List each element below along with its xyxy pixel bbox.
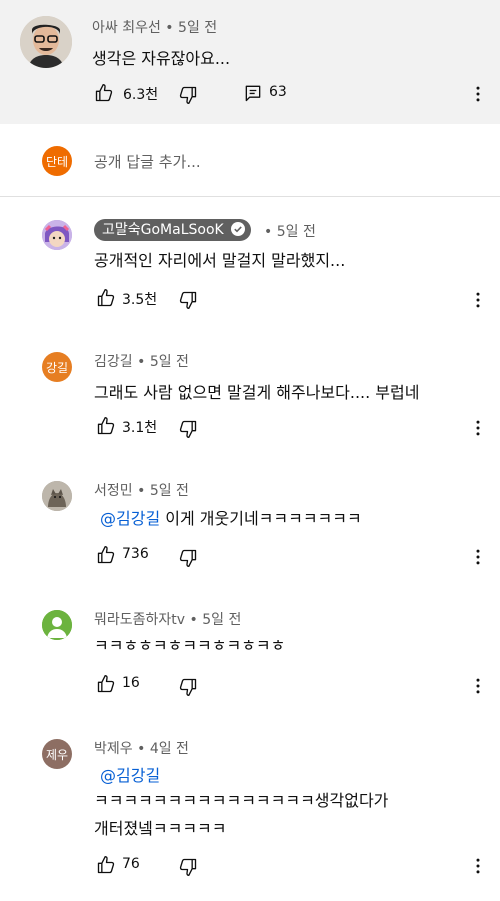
comment-text-line: 개터졌넼ㅋㅋㅋㅋㅋ — [94, 819, 227, 838]
comment-text: 생각은 자유잖아요... — [92, 49, 231, 68]
comment-icon[interactable] — [243, 83, 263, 103]
default-user-icon — [42, 610, 72, 640]
avatar[interactable] — [42, 220, 72, 250]
avatar[interactable]: 강길 — [42, 352, 72, 382]
like-count: 6.3천 — [123, 87, 159, 103]
comment-time: 5일 전 — [178, 20, 218, 36]
dislike-icon[interactable] — [178, 290, 198, 310]
like-icon[interactable] — [96, 674, 116, 694]
author-name[interactable]: 김강길 — [94, 354, 133, 370]
comment-time: 5일 전 — [202, 612, 242, 628]
person-photo-icon — [20, 16, 72, 68]
avatar[interactable] — [42, 610, 72, 640]
comment-text: @김강길 이게 개웃기네ㅋㅋㅋㅋㅋㅋㅋ — [100, 509, 362, 528]
comment-text: 공개적인 자리에서 말걸지 말라했지... — [94, 251, 346, 270]
avatar[interactable] — [20, 16, 72, 68]
like-count: 16 — [122, 675, 140, 691]
animal-photo-icon — [42, 481, 72, 511]
more-options-icon[interactable] — [468, 856, 488, 876]
comment-time: 5일 전 — [149, 354, 189, 370]
author-name[interactable]: 서정민 — [94, 483, 133, 499]
like-icon[interactable] — [96, 416, 116, 436]
divider — [0, 196, 500, 197]
author-name: 고말숙GoMaLSooK — [102, 222, 224, 238]
like-count: 3.1천 — [122, 420, 158, 436]
verified-check-icon — [231, 222, 246, 236]
comment-time: 4일 전 — [149, 741, 189, 757]
more-options-icon[interactable] — [468, 418, 488, 438]
comment-time: 5일 전 — [149, 483, 189, 499]
author-name[interactable]: 아싸 최우선 — [92, 20, 161, 36]
like-icon[interactable] — [96, 545, 116, 565]
reply-input[interactable]: 공개 답글 추가... — [94, 151, 201, 172]
dislike-icon[interactable] — [178, 419, 198, 439]
more-options-icon[interactable] — [468, 676, 488, 696]
dislike-icon[interactable] — [178, 857, 198, 877]
like-count: 3.5천 — [122, 292, 158, 308]
avatar[interactable] — [42, 481, 72, 511]
avatar[interactable]: 제우 — [42, 739, 72, 769]
like-count: 76 — [122, 856, 140, 872]
like-icon[interactable] — [96, 288, 116, 308]
more-options-icon[interactable] — [468, 290, 488, 310]
more-options-icon[interactable] — [468, 84, 488, 104]
creator-badge[interactable]: 고말숙GoMaLSooK — [94, 219, 252, 241]
character-avatar-icon — [42, 220, 72, 250]
dislike-icon[interactable] — [178, 677, 198, 697]
dislike-icon[interactable] — [178, 85, 198, 105]
comment-text-line: ㅋㅋㅋㅋㅋㅋㅋㅋㅋㅋㅋㅋㅋㅋㅋ생각없다가 — [94, 791, 389, 810]
mention-link[interactable]: @김강길 — [100, 762, 160, 786]
author-name[interactable]: 박제우 — [94, 741, 133, 757]
mention-link[interactable]: @김강길 — [100, 509, 160, 528]
comment-text: ㅋㅋㅎㅎㅋㅎㅋㅋㅎㅋㅎㅋㅎ — [94, 636, 286, 655]
comment-time: 5일 전 — [276, 224, 316, 240]
like-count: 736 — [122, 546, 149, 562]
like-icon[interactable] — [94, 83, 114, 103]
author-name[interactable]: 뭐라도좀하자tv — [94, 612, 185, 628]
dislike-icon[interactable] — [178, 548, 198, 568]
comment-text: 그래도 사람 없으면 말걸게 해주나보다.... 부럽네 — [94, 383, 420, 402]
user-avatar: 단테 — [42, 146, 72, 176]
reply-count: 63 — [269, 84, 287, 100]
more-options-icon[interactable] — [468, 547, 488, 567]
like-icon[interactable] — [96, 855, 116, 875]
top-comment: 아싸 최우선 • 5일 전 생각은 자유잖아요... 6.3천 63 — [0, 0, 500, 124]
